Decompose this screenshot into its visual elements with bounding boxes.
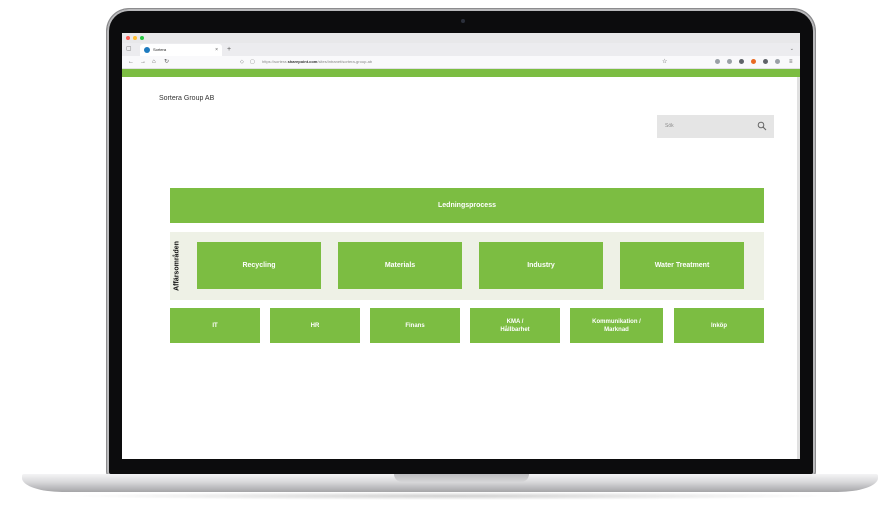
home-icon[interactable]: ⌂ — [152, 56, 156, 68]
support-it[interactable]: IT — [170, 308, 260, 343]
close-window-button[interactable] — [126, 36, 130, 40]
search-placeholder: Sök — [665, 123, 674, 129]
star-icon[interactable]: ☆ — [662, 56, 667, 68]
sidebar-icon[interactable] — [775, 59, 780, 64]
search-icon[interactable] — [757, 121, 767, 131]
menu-icon[interactable]: ≡ — [789, 56, 793, 68]
laptop-shadow — [60, 492, 840, 500]
business-area-recycling[interactable]: Recycling — [197, 242, 321, 289]
tabs-menu-icon[interactable]: ▢ — [126, 43, 132, 56]
maximize-window-button[interactable] — [140, 36, 144, 40]
search-input[interactable]: Sök — [657, 115, 774, 138]
tab-bar: ▢ Sortera × + ⌄ — [122, 43, 800, 56]
support-kommunikation-marknad[interactable]: Kommunikation / Marknad — [570, 308, 663, 343]
laptop-notch — [394, 474, 529, 482]
business-areas-label-text: Affärsområden — [173, 241, 181, 291]
ledningsprocess-box[interactable]: Ledningsprocess — [170, 188, 764, 223]
camera — [461, 19, 465, 23]
screen: ▢ Sortera × + ⌄ ← → ⌂ ↻ ◇ ▢ https://sort… — [122, 33, 800, 459]
addon-icon[interactable] — [751, 59, 756, 64]
download-icon[interactable] — [727, 59, 732, 64]
sharepoint-favicon-icon — [144, 47, 150, 53]
tab-sortera[interactable]: Sortera × — [140, 44, 222, 56]
chevron-down-icon[interactable]: ⌄ — [790, 43, 794, 56]
close-icon[interactable]: × — [215, 44, 218, 56]
business-area-water-treatment[interactable]: Water Treatment — [620, 242, 744, 289]
pocket-icon[interactable] — [715, 59, 720, 64]
back-icon[interactable]: ← — [128, 56, 134, 68]
url-prefix: https://sortera. — [262, 59, 288, 64]
minimize-window-button[interactable] — [133, 36, 137, 40]
new-tab-button[interactable]: + — [227, 43, 231, 56]
support-hr[interactable]: HR — [270, 308, 360, 343]
navigation-bar: ← → ⌂ ↻ ◇ ▢ https://sortera.sharepoint.c… — [122, 56, 800, 69]
lock-icon[interactable]: ▢ — [250, 56, 255, 68]
reload-icon[interactable]: ↻ — [164, 56, 169, 68]
support-inkop[interactable]: Inköp — [674, 308, 764, 343]
support-finans[interactable]: Finans — [370, 308, 460, 343]
forward-icon[interactable]: → — [140, 56, 146, 68]
url-path: /sites/intranet/sortera-group-ab — [317, 59, 373, 64]
account-icon[interactable] — [763, 59, 768, 64]
business-area-industry[interactable]: Industry — [479, 242, 603, 289]
address-bar[interactable]: https://sortera.sharepoint.com/sites/int… — [262, 57, 372, 67]
scrollbar[interactable] — [797, 77, 800, 459]
extension-icon[interactable] — [739, 59, 744, 64]
support-kma-hallbarhet[interactable]: KMA / Hållbarhet — [470, 308, 560, 343]
business-areas-label: Affärsområden — [170, 232, 184, 300]
url-domain: sharepoint.com — [287, 59, 318, 64]
business-area-materials[interactable]: Materials — [338, 242, 462, 289]
site-header-band — [122, 69, 800, 77]
site-title[interactable]: Sortera Group AB — [159, 95, 214, 102]
tab-title: Sortera — [153, 47, 167, 52]
shield-icon[interactable]: ◇ — [240, 56, 244, 68]
